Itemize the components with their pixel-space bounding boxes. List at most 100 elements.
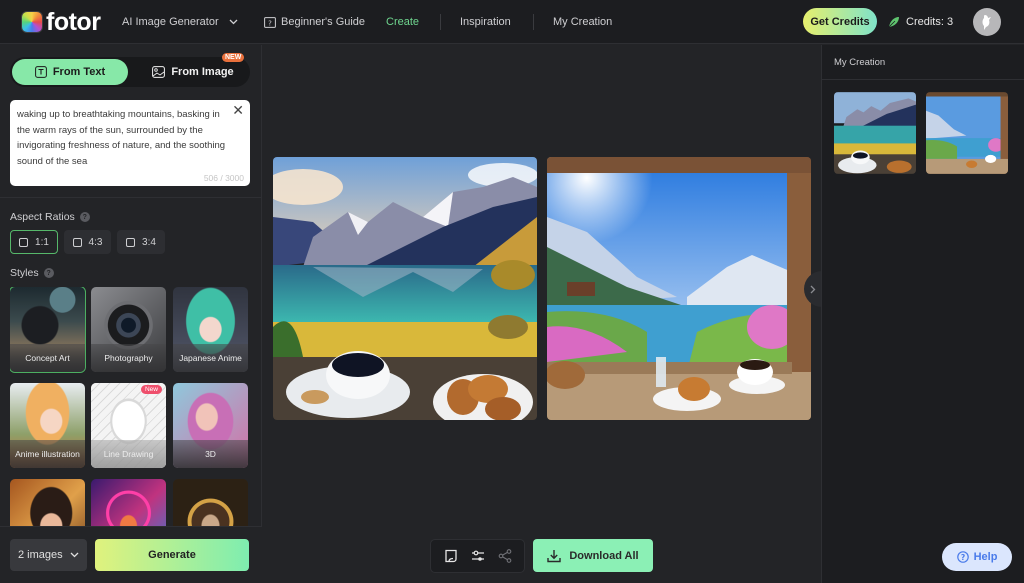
help-button[interactable]: ? Help [942, 543, 1012, 571]
style-line-drawing[interactable]: New Line Drawing [91, 383, 166, 468]
logo-text: fotor [46, 8, 101, 36]
style-concept-art[interactable]: Concept Art [10, 287, 86, 373]
download-all-label: Download All [569, 549, 639, 562]
square-icon [72, 237, 82, 247]
style-3d[interactable]: 3D [173, 383, 248, 468]
mode-toggle: From Text From Image [10, 57, 250, 87]
creation-thumbnail-1[interactable] [834, 92, 916, 174]
new-badge: NEW [222, 53, 245, 62]
style-label: 3D [173, 440, 248, 468]
help-label: Help [973, 551, 998, 563]
image-actions-toolbar [430, 539, 525, 573]
result-image-2[interactable] [547, 157, 811, 420]
window-lake-thumbnail [926, 92, 1008, 174]
from-text-tab[interactable]: From Text [12, 59, 128, 85]
style-card[interactable] [91, 479, 166, 527]
heading-label: Aspect Ratios [10, 211, 75, 223]
credits-label: Credits: 3 [906, 16, 954, 28]
ratio-label: 1:1 [35, 236, 49, 248]
svg-text:?: ? [960, 553, 964, 562]
my-creation-panel: My Creation [821, 45, 1024, 583]
style-card[interactable] [173, 479, 248, 527]
result-image-1[interactable] [273, 157, 537, 420]
nav-label: Inspiration [460, 16, 511, 28]
my-creation-title: My Creation [834, 57, 886, 68]
clear-prompt-icon[interactable]: ✕ [232, 102, 244, 119]
text-icon [34, 66, 47, 78]
left-panel: From Text From Image NEW waking up to br… [0, 45, 262, 583]
panel-divider [822, 79, 1024, 80]
nav-label: My Creation [553, 16, 613, 28]
character-count: 506 / 3000 [203, 173, 244, 183]
fotor-logo[interactable]: fotor [22, 8, 101, 36]
ratio-label: 3:4 [142, 236, 156, 248]
prompt-text[interactable]: waking up to breathtaking mountains, bas… [17, 107, 227, 169]
chevron-right-icon [810, 285, 816, 293]
styles-heading: Styles ? [10, 267, 54, 279]
chevron-down-icon [229, 19, 238, 25]
question-circle-icon: ? [956, 551, 969, 563]
image-icon [152, 66, 166, 78]
svg-text:?: ? [268, 19, 272, 27]
aspect-ratios-heading: Aspect Ratios ? [10, 211, 90, 223]
mountain-lake-image [273, 157, 537, 420]
from-image-tab[interactable]: From Image [138, 59, 248, 85]
bird-avatar-icon [982, 15, 991, 30]
neon-portrait-thumbnail [91, 479, 166, 527]
style-label: Line Drawing [91, 440, 166, 468]
nav-label: Create [386, 16, 420, 28]
mountain-lake-thumbnail [834, 92, 916, 174]
chevron-down-icon [70, 552, 79, 558]
image-count-value: 2 images [18, 549, 63, 561]
image-count-select[interactable]: 2 images [10, 539, 87, 571]
prompt-input[interactable]: waking up to breathtaking mountains, bas… [10, 100, 250, 186]
style-label: Photography [91, 344, 166, 372]
tab-label: From Image [171, 66, 234, 78]
nav-divider [533, 14, 534, 30]
styles-grid: Concept Art Photography Japanese Anime A… [10, 287, 250, 527]
style-label: Concept Art [10, 344, 85, 372]
style-japanese-anime[interactable]: Japanese Anime [173, 287, 248, 372]
top-bar: fotor AI Image Generator ? Beginner's Gu… [0, 0, 1024, 44]
product-menu[interactable]: AI Image Generator [122, 0, 238, 44]
nav-label: Beginner's Guide [281, 16, 366, 28]
adjust-sliders-icon[interactable] [470, 548, 486, 564]
help-question-icon[interactable]: ? [43, 268, 54, 278]
style-label: Japanese Anime [173, 344, 248, 372]
generate-button[interactable]: Generate [95, 539, 249, 571]
golden-portrait-thumbnail [173, 479, 248, 527]
heading-label: Styles [10, 267, 39, 279]
style-photography[interactable]: Photography [91, 287, 166, 372]
nav-inspiration[interactable]: Inspiration [460, 0, 511, 44]
edit-frame-icon[interactable] [443, 548, 459, 564]
help-question-icon[interactable]: ? [79, 212, 90, 222]
credits-display: Credits: 3 [888, 0, 953, 44]
nav-my-creation[interactable]: My Creation [553, 0, 612, 44]
style-label: Anime illustration [10, 440, 85, 468]
tab-label: From Text [52, 66, 106, 78]
leaf-icon [888, 17, 899, 28]
nav-create[interactable]: Create [386, 0, 419, 44]
window-lake-image [547, 157, 811, 420]
user-avatar[interactable] [973, 8, 1001, 36]
nav-beginners-guide[interactable]: ? Beginner's Guide [264, 0, 365, 44]
style-anime-illustration[interactable]: Anime illustration [10, 383, 85, 468]
aspect-ratio-4-3[interactable]: 4:3 [64, 230, 111, 254]
style-card[interactable] [10, 479, 85, 527]
aspect-ratio-1-1[interactable]: 1:1 [10, 230, 58, 254]
section-divider [0, 197, 262, 198]
new-badge: New [140, 385, 162, 394]
download-all-button[interactable]: Download All [533, 539, 653, 572]
aspect-ratio-3-4[interactable]: 3:4 [117, 230, 165, 254]
guide-icon: ? [264, 16, 276, 28]
ratio-label: 4:3 [88, 236, 103, 248]
get-credits-button[interactable]: Get Credits [803, 8, 877, 35]
nav-divider [440, 14, 441, 30]
creation-thumbnail-2[interactable] [926, 92, 1008, 174]
product-menu-label: AI Image Generator [122, 16, 219, 28]
main-canvas: Download All [263, 45, 822, 583]
download-icon [547, 549, 562, 562]
share-icon[interactable] [497, 548, 513, 564]
generate-bar: 2 images Generate [0, 526, 262, 583]
square-icon [19, 237, 29, 247]
